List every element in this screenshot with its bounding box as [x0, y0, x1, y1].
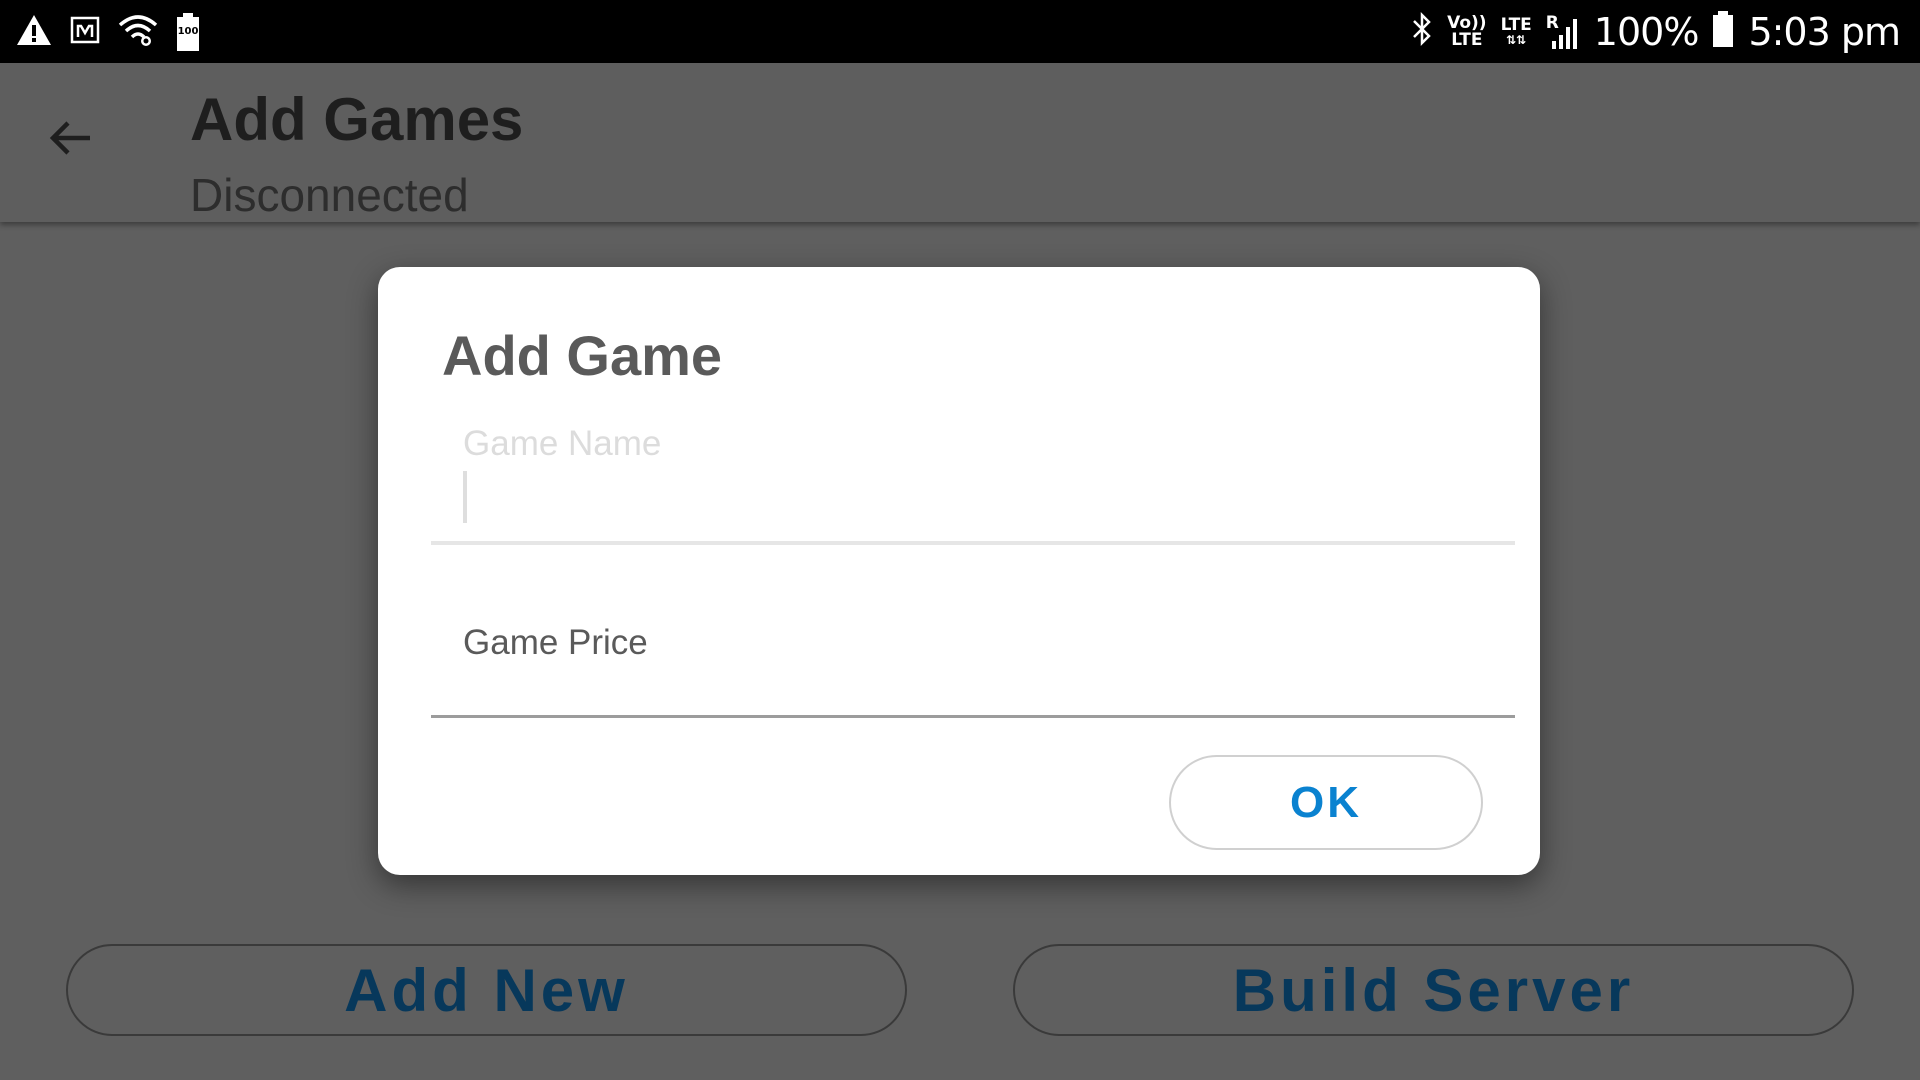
- volte-indicator: Vo)) LTE: [1447, 12, 1487, 50]
- wifi-icon: [118, 13, 158, 52]
- connection-status: Disconnected: [190, 169, 469, 221]
- status-bar-right: Vo)) LTE LTE ⇅⇅ R 100% 5:03 pm: [1411, 0, 1901, 63]
- signal-icon: R: [1546, 13, 1580, 51]
- storage-label: 100: [177, 26, 199, 37]
- ok-button[interactable]: OK: [1169, 755, 1483, 850]
- app-bar: Add Games Disconnected: [0, 63, 1920, 222]
- status-bar: 100 Vo)) LTE LTE ⇅⇅ R 100% 5:03 pm: [0, 0, 1920, 63]
- storage-icon: 100: [176, 13, 200, 51]
- volte-top: Vo)): [1447, 12, 1487, 33]
- game-price-placeholder: Game Price: [463, 623, 648, 662]
- warning-icon: [16, 14, 52, 51]
- lte-indicator: LTE ⇅⇅: [1500, 15, 1532, 47]
- volte-bottom: LTE: [1451, 29, 1483, 50]
- dialog-title: Add Game: [442, 324, 723, 387]
- battery-percent: 100%: [1593, 9, 1700, 54]
- add-game-dialog: Add Game Game Name Game Price OK: [378, 267, 1540, 875]
- bluetooth-icon: [1411, 11, 1433, 52]
- lte-label: LTE: [1500, 15, 1532, 35]
- game-name-placeholder: Game Name: [463, 424, 662, 463]
- text-cursor: [463, 471, 467, 523]
- app-m-icon: [70, 16, 100, 49]
- data-arrows-icon: ⇅⇅: [1506, 33, 1527, 47]
- clock: 5:03 pm: [1748, 9, 1901, 54]
- page-title: Add Games: [190, 86, 524, 153]
- battery-icon: [1712, 11, 1734, 52]
- status-bar-left: 100: [16, 10, 200, 54]
- back-arrow-icon[interactable]: [44, 111, 98, 165]
- build-server-button[interactable]: Build Server: [1013, 944, 1854, 1036]
- add-new-button[interactable]: Add New: [66, 944, 907, 1036]
